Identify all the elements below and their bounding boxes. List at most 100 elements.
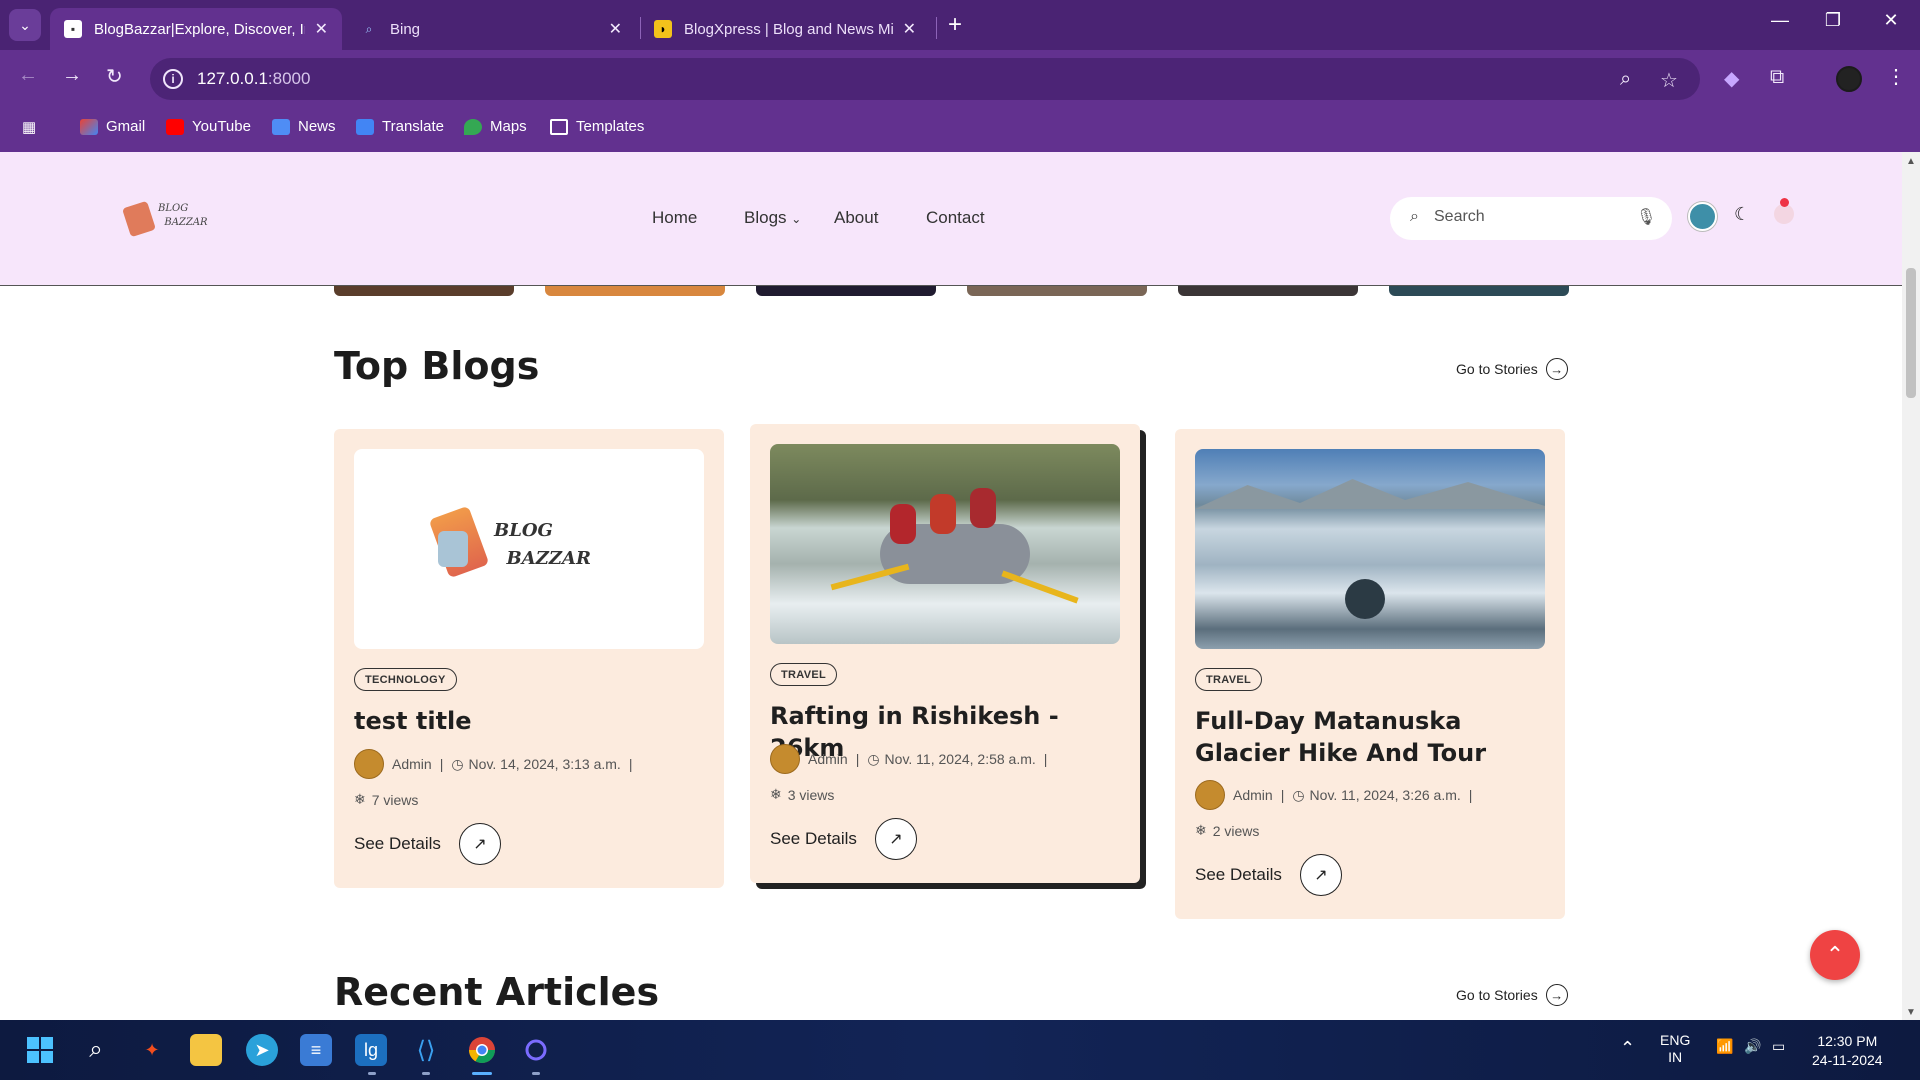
language-indicator[interactable]: ENG IN — [1660, 1032, 1690, 1066]
logo-text: BLOG BAZZAR — [494, 520, 591, 569]
vscode-icon[interactable]: ⟨⟩ — [410, 1034, 442, 1066]
reload-icon[interactable]: ↻ — [106, 64, 123, 89]
scroll-down-arrow-icon[interactable]: ▼ — [1906, 1007, 1916, 1018]
close-icon[interactable]: ✕ — [315, 19, 328, 39]
figma-icon[interactable]: ✦ — [136, 1034, 168, 1066]
restore-icon[interactable]: ❐ — [1818, 10, 1848, 31]
translate-icon — [356, 118, 374, 135]
address-bar[interactable]: i 127.0.0.1:8000 ⌕ ☆ — [150, 58, 1700, 100]
tab-blogxpress[interactable]: ◗ BlogXpress | Blog and News Mi ✕ — [640, 8, 930, 50]
search-input[interactable] — [1434, 208, 1624, 226]
clock-date[interactable]: 12:30 PM 24-11-2024 — [1812, 1032, 1883, 1070]
author-name: Admin — [808, 751, 848, 767]
blog-card-title[interactable]: Full-Day Matanuska Glacier Hike And Tour — [1195, 705, 1535, 769]
blog-card-image — [770, 444, 1120, 644]
forward-arrow-icon[interactable]: → — [62, 64, 82, 87]
search-icon: ⌕ — [365, 21, 373, 36]
user-avatar[interactable] — [1688, 202, 1717, 231]
web-page: BLOG BAZZAR Home Blogs ⌄ About Contact ⌕… — [0, 152, 1902, 1020]
search-icon[interactable]: ⌕ — [80, 1034, 112, 1066]
nav-contact[interactable]: Contact — [926, 208, 985, 228]
nav-home[interactable]: Home — [652, 208, 697, 228]
go-to-stories-link[interactable]: Go to Stories → — [1456, 358, 1568, 380]
nav-blogs[interactable]: Blogs ⌄ — [744, 208, 801, 228]
arrow-up-right-icon: ↗ — [874, 818, 917, 860]
tab-search-button[interactable]: ⌄ — [9, 9, 41, 41]
bookmarks-bar: ▦ Gmail YouTube News Translate Maps Temp… — [0, 106, 1920, 152]
blog-card-title[interactable]: test title — [354, 705, 694, 737]
minimize-icon[interactable]: — — [1765, 10, 1795, 31]
notification-bell-icon[interactable] — [1774, 198, 1794, 224]
category-badge[interactable]: TRAVEL — [1195, 668, 1262, 691]
blog-card[interactable]: TRAVEL Full-Day Matanuska Glacier Hike A… — [1175, 429, 1565, 919]
chevron-down-icon: ⌄ — [791, 212, 802, 226]
close-icon[interactable]: ✕ — [903, 19, 916, 39]
story-thumbnail[interactable] — [1178, 286, 1358, 296]
category-badge[interactable]: TECHNOLOGY — [354, 668, 457, 691]
file-explorer-icon[interactable] — [190, 1034, 222, 1066]
tab-bing[interactable]: ⌕ Bing ✕ — [346, 8, 636, 50]
tray-chevron-up-icon[interactable]: ⌃ — [1620, 1038, 1635, 1059]
active-indicator — [472, 1072, 492, 1075]
lightroom-app-icon[interactable]: lg — [355, 1034, 387, 1066]
arrow-right-icon: → — [1545, 358, 1568, 380]
apps-grid-icon[interactable]: ▦ — [22, 118, 36, 136]
chevron-down-icon: ⌄ — [19, 16, 31, 33]
bookmark-news[interactable]: News — [272, 118, 336, 135]
scroll-up-arrow-icon[interactable]: ▲ — [1906, 156, 1916, 167]
maps-icon — [464, 118, 482, 135]
blog-card[interactable]: TRAVEL Rafting in Rishikesh - 26km Admin… — [750, 424, 1140, 883]
tab-title: BlogBazzar|Explore, Discover, In — [94, 20, 305, 38]
wifi-icon[interactable]: 📶 — [1716, 1038, 1733, 1055]
meta-separator: | — [1280, 787, 1285, 803]
site-info-icon[interactable]: i — [163, 69, 183, 89]
window-close-icon[interactable]: ✕ — [1876, 10, 1906, 31]
notepad-icon[interactable]: ≡ — [300, 1034, 332, 1066]
arrow-up-right-icon: ↗ — [458, 823, 501, 865]
bookmark-gmail[interactable]: Gmail — [80, 118, 145, 135]
profile-avatar[interactable] — [1836, 66, 1862, 92]
page-scrollbar[interactable]: ▲ ▼ — [1902, 152, 1920, 1020]
dark-mode-moon-icon[interactable]: ☾ — [1734, 204, 1750, 225]
extensions-icon[interactable]: ⧉ — [1770, 66, 1784, 89]
bookmark-star-icon[interactable]: ☆ — [1660, 68, 1678, 93]
story-thumbnail[interactable] — [1389, 286, 1569, 296]
new-tab-button[interactable]: + — [948, 12, 962, 38]
battery-icon[interactable]: ▭ — [1772, 1038, 1785, 1055]
story-thumbnail[interactable] — [967, 286, 1147, 296]
notification-dot — [1780, 198, 1789, 207]
copilot-icon[interactable]: ◆ — [1724, 66, 1739, 91]
site-header: BLOG BAZZAR Home Blogs ⌄ About Contact ⌕… — [0, 152, 1902, 286]
microphone-icon[interactable]: 🎙 — [1636, 207, 1656, 227]
bookmark-youtube[interactable]: YouTube — [166, 118, 251, 135]
site-logo[interactable]: BLOG BAZZAR — [122, 198, 208, 240]
blog-card[interactable]: BLOG BAZZAR TECHNOLOGY test title Admin … — [334, 429, 724, 888]
go-to-stories-link[interactable]: Go to Stories → — [1456, 984, 1568, 1006]
zoom-icon[interactable]: ⌕ — [1620, 68, 1631, 91]
bookmark-translate[interactable]: Translate — [356, 118, 444, 135]
bookmark-templates[interactable]: Templates — [550, 118, 644, 135]
volume-icon[interactable]: 🔊 — [1744, 1038, 1761, 1055]
bookmark-maps[interactable]: Maps — [464, 118, 527, 135]
back-arrow-icon[interactable]: ← — [18, 64, 38, 87]
tab-blogbazzar[interactable]: ▪ BlogBazzar|Explore, Discover, In ✕ — [50, 8, 342, 50]
close-icon[interactable]: ✕ — [609, 19, 622, 39]
see-details-link[interactable]: See Details ↗ — [770, 818, 917, 860]
scroll-to-top-button[interactable]: ⌃ — [1810, 930, 1860, 980]
story-thumbnail[interactable] — [545, 286, 725, 296]
paddle-shape — [1001, 570, 1079, 604]
nav-about[interactable]: About — [834, 208, 878, 228]
chrome-icon[interactable] — [466, 1034, 498, 1066]
running-indicator — [368, 1072, 376, 1075]
telegram-icon[interactable]: ➤ — [246, 1034, 278, 1066]
arrow-up-right-icon: ↗ — [1299, 854, 1342, 896]
category-badge[interactable]: TRAVEL — [770, 663, 837, 686]
see-details-link[interactable]: See Details ↗ — [354, 823, 501, 865]
windows-start-icon[interactable] — [24, 1034, 56, 1066]
more-menu-icon[interactable]: ⋮ — [1886, 64, 1906, 89]
scrollbar-thumb[interactable] — [1906, 268, 1916, 398]
cortana-ring-icon[interactable] — [520, 1034, 552, 1066]
see-details-link[interactable]: See Details ↗ — [1195, 854, 1342, 896]
story-thumbnail[interactable] — [756, 286, 936, 296]
story-thumbnail[interactable] — [334, 286, 514, 296]
